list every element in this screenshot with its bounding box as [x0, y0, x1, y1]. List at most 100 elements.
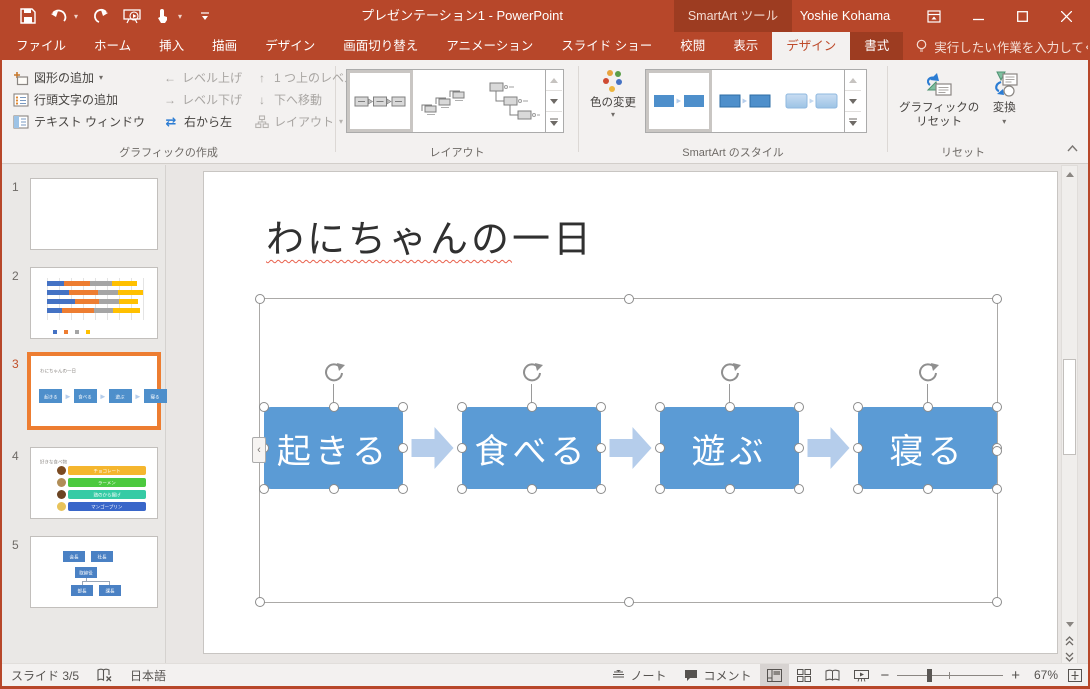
selection-handle-s[interactable] [526, 484, 537, 494]
previous-slide-button[interactable] [1062, 633, 1077, 649]
selection-handle-s[interactable] [922, 484, 933, 494]
save-button[interactable] [16, 4, 40, 28]
style-option-simple-fill[interactable] [646, 70, 712, 132]
rotate-handle[interactable] [322, 361, 346, 385]
selection-handle-n[interactable] [328, 402, 339, 412]
customize-qat-button[interactable] [193, 4, 217, 28]
add-shape-dropdown[interactable]: ▾ [99, 73, 103, 82]
ribbon-display-options-button[interactable] [912, 0, 956, 32]
normal-view-button[interactable] [760, 664, 790, 686]
slide-title-text[interactable]: わにちゃんの一日 [266, 208, 594, 263]
slide-thumbnail-2[interactable] [30, 267, 158, 339]
selection-handle-n[interactable] [922, 402, 933, 412]
slide-thumbnail-4[interactable]: 好きな食べ物 チョコレート ラーメン 鶏のから揚げ マンゴープリン [30, 447, 158, 519]
selection-handle-s[interactable] [724, 484, 735, 494]
selection-handle-nw[interactable] [259, 402, 269, 412]
text-pane-button[interactable]: テキスト ウィンドウ [10, 112, 160, 131]
notes-toggle-button[interactable]: ノート [603, 664, 675, 686]
start-from-beginning-button[interactable] [120, 4, 144, 28]
selection-handle-sw[interactable] [853, 484, 863, 494]
tab-smartart-design[interactable]: デザイン [772, 32, 851, 60]
gallery-more-button[interactable] [845, 111, 861, 132]
slide-canvas[interactable]: わにちゃんの一日 ‹ 起きる 食べる 遊ぶ 寝る [203, 171, 1058, 654]
selection-handle-n[interactable] [623, 294, 634, 304]
selection-handle-e[interactable] [596, 443, 606, 453]
fit-slide-to-window-button[interactable] [1062, 664, 1088, 686]
tab-slideshow[interactable]: スライド ショー [547, 32, 666, 60]
selection-handle-ne[interactable] [992, 402, 1002, 412]
style-option-outline[interactable] [712, 70, 778, 132]
zoom-slider[interactable] [897, 664, 1004, 687]
tab-review[interactable]: 校閲 [666, 32, 719, 60]
rotate-handle[interactable] [916, 361, 940, 385]
selection-handle-e[interactable] [398, 443, 408, 453]
selection-handle-ne[interactable] [398, 402, 408, 412]
tab-file[interactable]: ファイル [2, 32, 80, 60]
zoom-in-button[interactable]: + [1007, 664, 1024, 686]
gallery-more-button[interactable] [546, 111, 562, 132]
selection-handle-ne[interactable] [596, 402, 606, 412]
right-to-left-button[interactable]: ⇄ 右から左 [160, 112, 252, 131]
gallery-scroll-up[interactable] [546, 70, 562, 90]
selection-handle-nw[interactable] [255, 294, 265, 304]
selection-handle-e[interactable] [992, 445, 1002, 456]
scrollbar-track[interactable] [1062, 183, 1077, 616]
selection-handle-se[interactable] [992, 484, 1002, 494]
smartart-shape-taberu[interactable]: 食べる [457, 402, 606, 494]
user-account[interactable]: Yoshie Kohama [795, 0, 895, 32]
tab-animations[interactable]: アニメーション [432, 32, 547, 60]
undo-dropdown[interactable]: ▾ [74, 12, 82, 21]
smartart-shape-okiru[interactable]: 起きる [259, 402, 408, 494]
change-colors-button[interactable]: 色の変更 ▾ [587, 68, 639, 142]
convert-dropdown[interactable]: ▾ [1002, 115, 1006, 129]
layout-option-step-process[interactable] [413, 70, 479, 132]
selection-handle-s[interactable] [328, 484, 339, 494]
slide-sorter-view-button[interactable] [789, 664, 818, 686]
tab-design[interactable]: デザイン [251, 32, 329, 60]
slide-thumbnail-5[interactable]: 会長 社長 取締役 部長 課長 [30, 536, 158, 608]
slideshow-view-button[interactable] [847, 664, 876, 686]
rotate-handle[interactable] [520, 361, 544, 385]
tab-transitions[interactable]: 画面切り替え [329, 32, 432, 60]
selection-handle-sw[interactable] [255, 597, 265, 607]
selection-handle-s[interactable] [623, 597, 634, 607]
selection-handle-nw[interactable] [457, 402, 467, 412]
gallery-scroll-down[interactable] [845, 90, 861, 111]
zoom-slider-thumb[interactable] [927, 668, 933, 682]
selection-handle-nw[interactable] [853, 402, 863, 412]
gallery-scroll-up[interactable] [845, 70, 861, 90]
selection-handle-w[interactable] [853, 443, 863, 453]
selection-handle-ne[interactable] [992, 294, 1002, 304]
touch-mode-dropdown[interactable]: ▾ [178, 12, 186, 21]
selection-handle-n[interactable] [526, 402, 537, 412]
collapse-ribbon-button[interactable] [1067, 139, 1078, 157]
demote-button[interactable]: → レベル下げ [160, 90, 252, 109]
selection-handle-n[interactable] [724, 402, 735, 412]
maximize-button[interactable] [1000, 0, 1044, 32]
tab-insert[interactable]: 挿入 [145, 32, 198, 60]
spellcheck-status-button[interactable] [88, 664, 121, 686]
selection-handle-nw[interactable] [655, 402, 665, 412]
smartart-shape-neru[interactable]: 寝る [853, 402, 1002, 494]
scrollbar-thumb[interactable] [1063, 359, 1076, 455]
layout-option-basic-process[interactable] [347, 70, 413, 132]
slide-thumbnail-3-selected[interactable]: わにちゃんの一日 起きる ► 食べる ► 遊ぶ ► 寝る [27, 352, 167, 430]
layout-option-hierarchy[interactable] [479, 70, 545, 132]
close-button[interactable] [1044, 0, 1088, 32]
tab-home[interactable]: ホーム [80, 32, 145, 60]
selection-handle-se[interactable] [992, 597, 1002, 607]
language-status-button[interactable]: 日本語 [121, 664, 175, 686]
tab-smartart-format[interactable]: 書式 [850, 32, 903, 60]
rotate-handle[interactable] [718, 361, 742, 385]
add-bullet-button[interactable]: 行頭文字の追加 [10, 90, 160, 109]
selection-handle-sw[interactable] [457, 484, 467, 494]
selection-handle-w[interactable] [655, 443, 665, 453]
zoom-out-button[interactable]: − [876, 664, 893, 686]
tab-view[interactable]: 表示 [719, 32, 772, 60]
comments-toggle-button[interactable]: コメント [675, 664, 760, 686]
scrollbar-down-button[interactable] [1062, 616, 1077, 633]
slide-thumbnail-1[interactable] [30, 178, 158, 250]
tell-me-box[interactable]: 実行したい作業を入力してください [903, 32, 1088, 60]
selection-handle-se[interactable] [596, 484, 606, 494]
redo-button[interactable] [89, 4, 113, 28]
